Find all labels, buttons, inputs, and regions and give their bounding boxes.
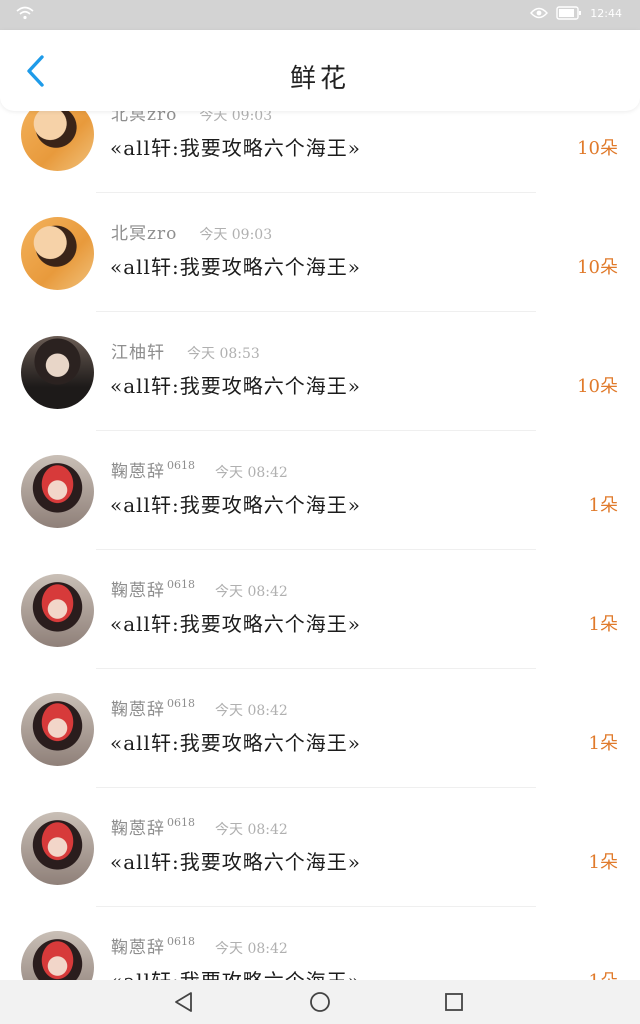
divider	[96, 787, 536, 788]
name-line: 北冥zro 今天 09:03	[111, 219, 273, 244]
sender-name[interactable]: 鞠蒽辞	[111, 457, 165, 482]
avatar[interactable]	[21, 931, 94, 980]
divider	[96, 668, 536, 669]
wifi-icon	[16, 6, 34, 20]
sender-name[interactable]: 鞠蒽辞	[111, 695, 165, 720]
name-line: 鞠蒽辞 0618 今天 08:42	[111, 576, 288, 601]
list-item[interactable]: 鞠蒽辞0618 今天 08:42 «all轩:我要攻略六个海王» 1朵	[0, 931, 640, 980]
home-circle-icon[interactable]	[308, 990, 332, 1014]
book-title[interactable]: «all轩:我要攻略六个海王»	[110, 251, 361, 280]
list-item[interactable]: 鞠蒽辞0618 今天 08:42 «all轩:我要攻略六个海王» 1朵	[0, 574, 640, 693]
header: 鲜花	[0, 30, 640, 111]
sender-superscript: 0618	[167, 459, 195, 472]
list-item[interactable]: 鞠蒽辞0618 今天 08:42 «all轩:我要攻略六个海王» 1朵	[0, 455, 640, 574]
system-nav-bar	[0, 980, 640, 1024]
name-line: 鞠蒽辞 0618 今天 08:42	[111, 814, 288, 839]
flower-count: 1朵	[589, 967, 618, 980]
sender-name[interactable]: 鞠蒽辞	[111, 576, 165, 601]
divider	[96, 906, 536, 907]
sender-name[interactable]: 北冥zro	[111, 219, 177, 244]
flower-count: 1朵	[588, 733, 618, 754]
send-time: 今天 08:42	[215, 822, 288, 838]
avatar[interactable]	[21, 812, 94, 885]
sender-superscript: 0618	[167, 816, 195, 829]
flower-count: 1朵	[588, 614, 618, 635]
sender-superscript: 0618	[167, 697, 195, 710]
avatar[interactable]	[21, 336, 94, 409]
list-item[interactable]: 北冥zro 今天 09:03 «all轩:我要攻略六个海王» 10朵	[0, 217, 640, 336]
list-item[interactable]: 江柚轩 今天 08:53 «all轩:我要攻略六个海王» 10朵	[0, 336, 640, 455]
sender-name[interactable]: 江柚轩	[111, 338, 165, 363]
send-time: 今天 09:03	[199, 227, 273, 243]
book-title[interactable]: «all轩:我要攻略六个海王»	[110, 965, 361, 980]
list-item[interactable]: 鞠蒽辞0618 今天 08:42 «all轩:我要攻略六个海王» 1朵	[0, 812, 640, 931]
avatar[interactable]	[21, 217, 94, 290]
avatar[interactable]	[21, 693, 94, 766]
divider	[96, 430, 536, 431]
book-title[interactable]: «all轩:我要攻略六个海王»	[110, 846, 361, 875]
send-time: 今天 08:53	[187, 346, 260, 362]
page-title: 鲜花	[289, 64, 350, 94]
flower-list[interactable]: 北冥zro 今天 09:03 «all轩:我要攻略六个海王» 10朵 北冥zro 今天 0…	[0, 98, 640, 980]
divider	[96, 311, 536, 312]
send-time: 今天 08:42	[215, 465, 288, 481]
name-line: 江柚轩 今天 08:53	[111, 338, 260, 363]
book-title[interactable]: «all轩:我要攻略六个海王»	[110, 370, 361, 399]
status-time: 12:44	[590, 6, 622, 20]
flower-count: 10朵	[577, 376, 618, 397]
status-bar: 12:44	[0, 0, 640, 30]
eye-icon	[530, 7, 549, 19]
name-line: 鞠蒽辞 0618 今天 08:42	[111, 933, 288, 958]
flower-count: 10朵	[577, 138, 618, 159]
divider	[96, 192, 536, 193]
divider	[96, 549, 536, 550]
book-title[interactable]: «all轩:我要攻略六个海王»	[110, 608, 361, 637]
name-line: 鞠蒽辞 0618 今天 08:42	[111, 695, 288, 720]
book-title[interactable]: «all轩:我要攻略六个海王»	[110, 489, 361, 518]
avatar[interactable]	[21, 574, 94, 647]
send-time: 今天 08:42	[215, 584, 288, 600]
battery-icon	[556, 6, 582, 20]
sender-superscript: 0618	[167, 578, 195, 591]
name-line: 鞠蒽辞 0618 今天 08:42	[111, 457, 288, 482]
sender-name[interactable]: 鞠蒽辞	[111, 814, 165, 839]
send-time: 今天 08:42	[215, 703, 288, 719]
back-triangle-icon[interactable]	[172, 990, 196, 1014]
avatar[interactable]	[21, 455, 94, 528]
sender-name[interactable]: 鞠蒽辞	[111, 933, 165, 958]
flower-count: 10朵	[577, 257, 618, 278]
flower-count: 1朵	[588, 852, 618, 873]
list-item[interactable]: 北冥zro 今天 09:03 «all轩:我要攻略六个海王» 10朵	[0, 98, 640, 217]
book-title[interactable]: «all轩:我要攻略六个海王»	[110, 132, 361, 161]
list-item[interactable]: 鞠蒽辞0618 今天 08:42 «all轩:我要攻略六个海王» 1朵	[0, 693, 640, 812]
recents-square-icon[interactable]	[442, 990, 466, 1014]
flower-count: 1朵	[588, 495, 618, 516]
book-title[interactable]: «all轩:我要攻略六个海王»	[110, 727, 361, 756]
sender-superscript: 0618	[167, 935, 195, 948]
send-time: 今天 08:42	[215, 941, 288, 957]
